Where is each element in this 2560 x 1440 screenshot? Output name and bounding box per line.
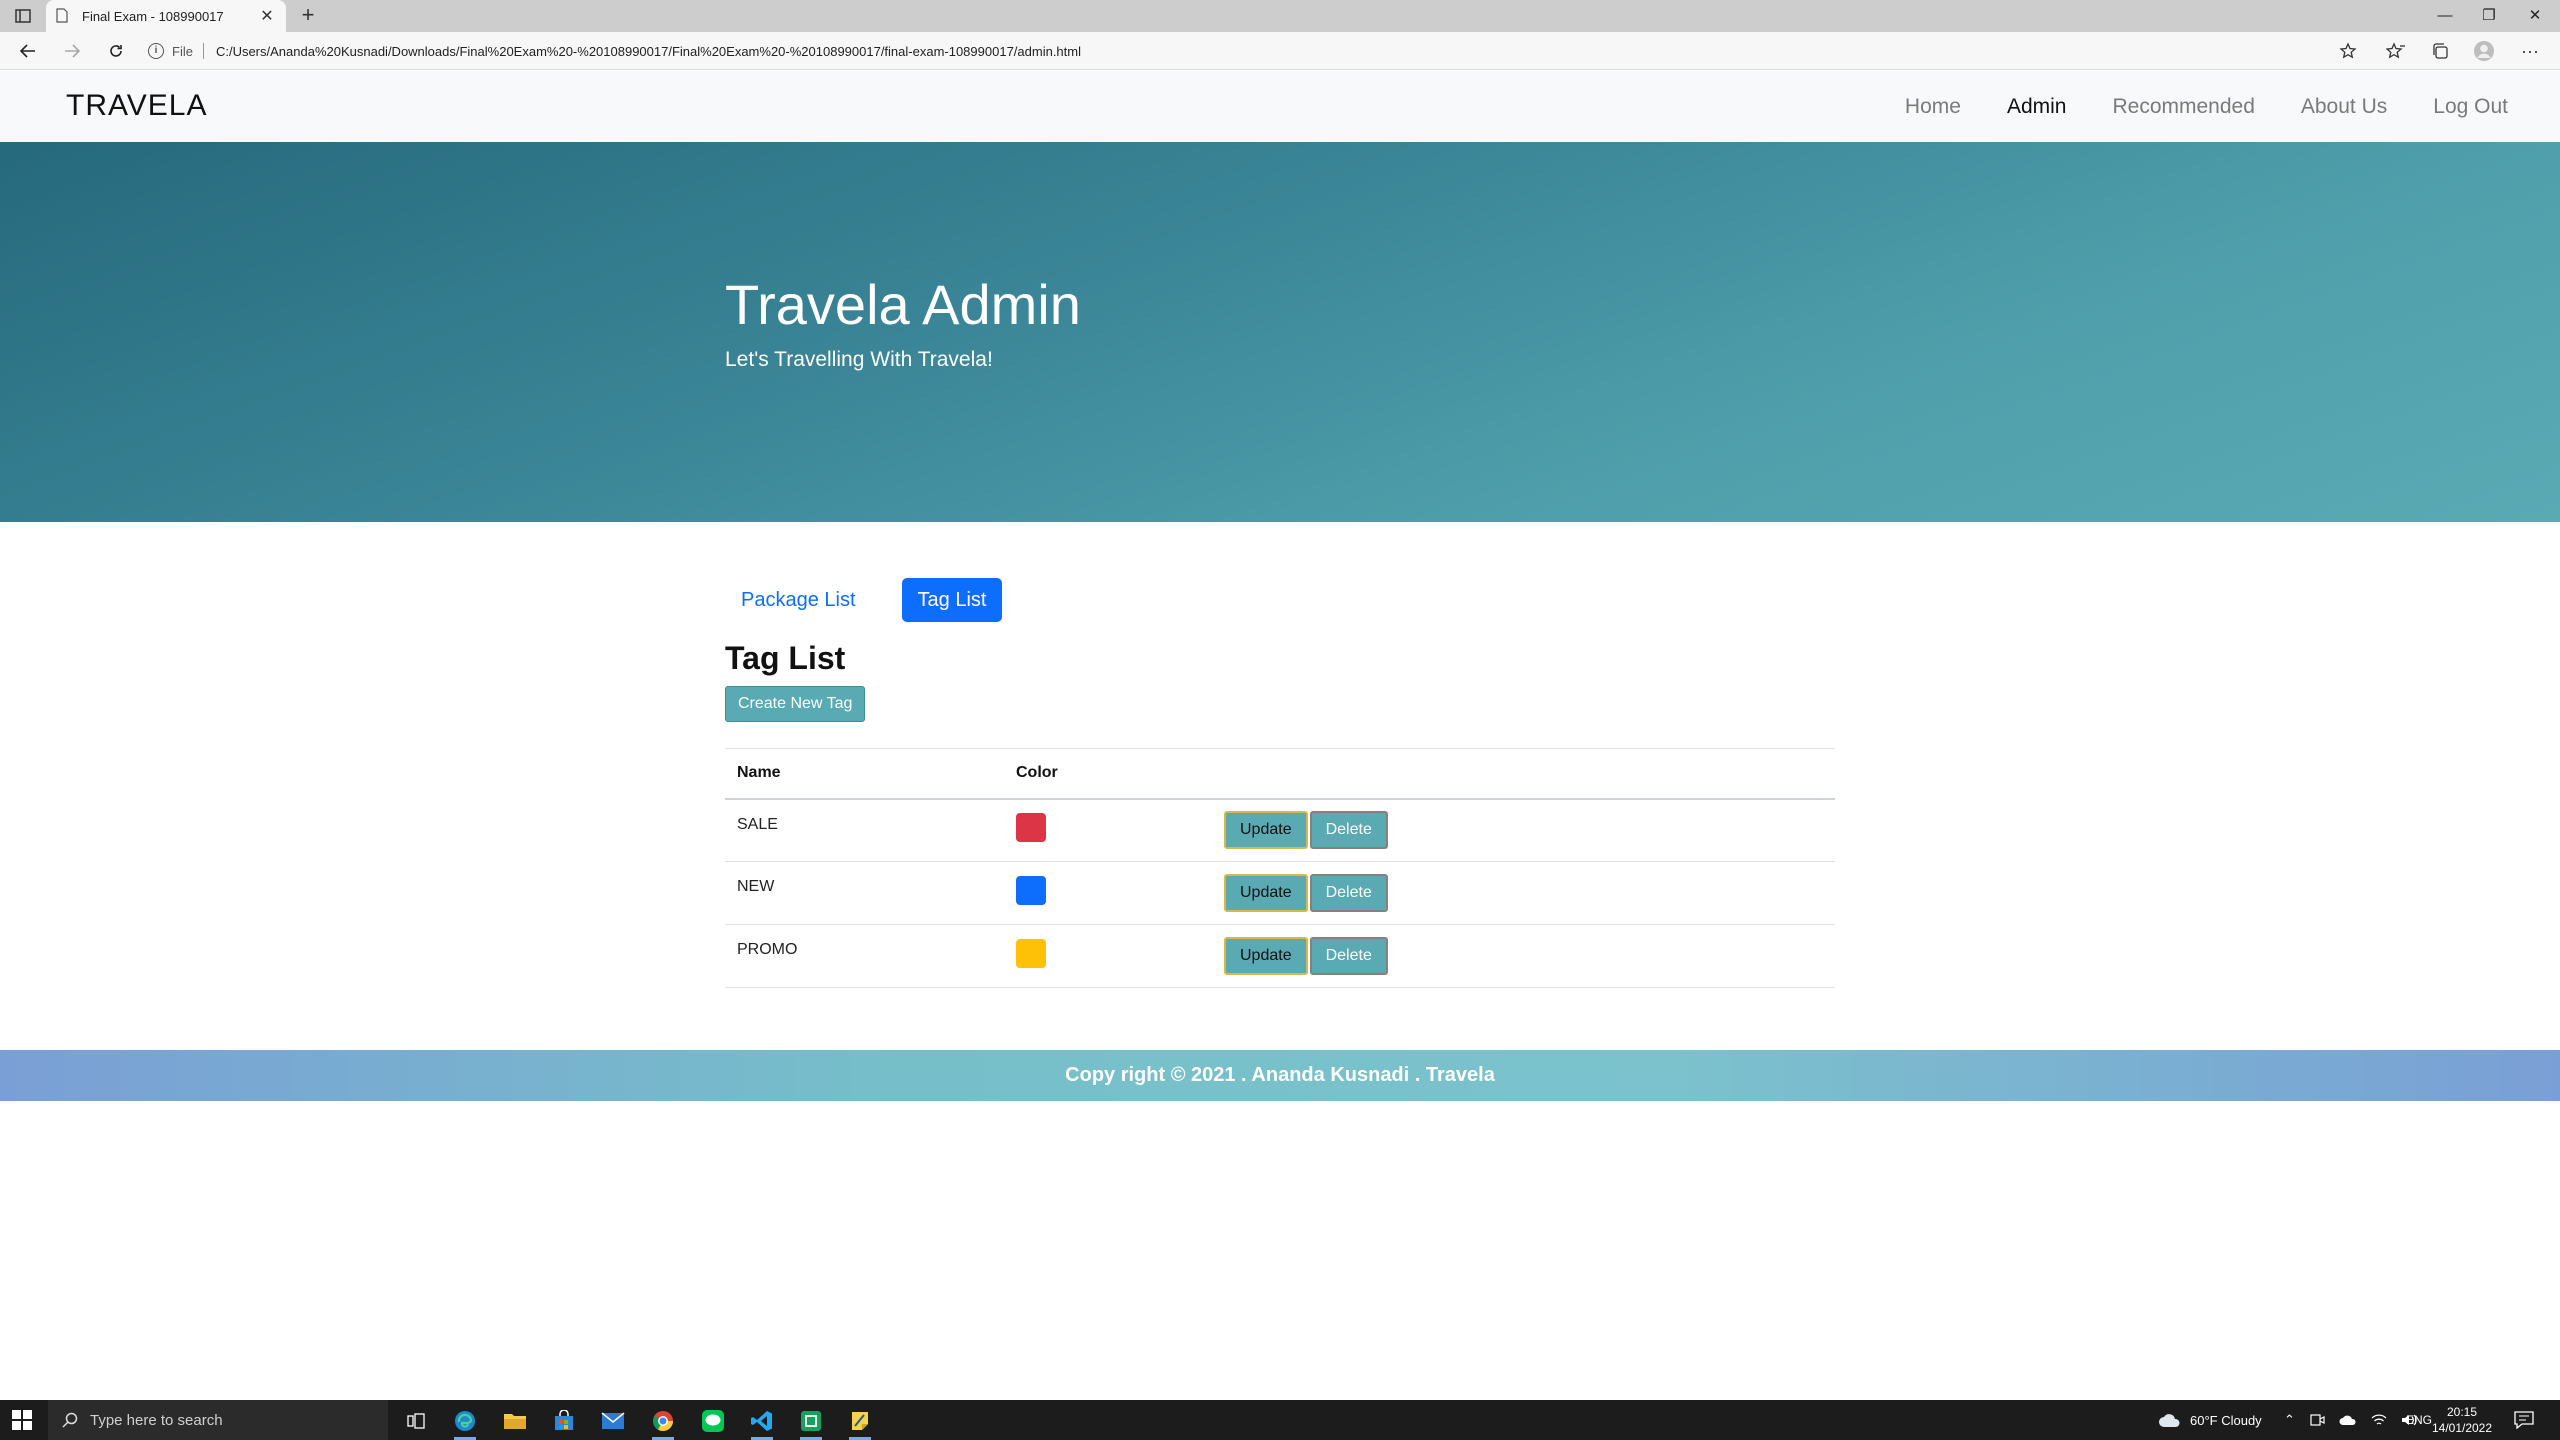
reload-icon[interactable] [104,40,128,62]
taskbar-search[interactable]: Type here to search [48,1400,388,1440]
close-window-icon[interactable]: ✕ [2520,4,2550,28]
url-text[interactable]: C:/Users/Ananda%20Kusnadi/Downloads/Fina… [216,44,1081,59]
delete-button[interactable]: Delete [1309,874,1388,912]
add-favorite-icon[interactable] [2336,40,2360,62]
update-button[interactable]: Update [1224,937,1308,975]
tab-tag-list[interactable]: Tag List [901,578,1003,622]
update-button[interactable]: Update [1224,811,1308,850]
spreadsheet-app-icon[interactable] [792,1406,830,1440]
nav-recommended[interactable]: Recommended [2112,95,2254,119]
nav-home[interactable]: Home [1905,95,1961,119]
nav-log-out[interactable]: Log Out [2433,95,2508,119]
hero-title: Travela Admin [725,273,1081,336]
site-navbar: TRAVELA Home Admin Recommended About Us … [0,71,2560,142]
line-app-icon[interactable] [694,1406,732,1436]
file-explorer-icon[interactable] [496,1406,534,1436]
profile-avatar-icon[interactable] [2472,40,2496,62]
back-icon[interactable] [16,40,40,62]
scheme-label: File [172,43,193,59]
meet-now-icon[interactable] [2309,1412,2325,1428]
table-header-row: Name Color [725,748,1835,800]
tag-name: SALE [725,798,1004,862]
weather-widget[interactable]: 60°F Cloudy [2158,1400,2262,1440]
tag-table: Name Color SALE Update Delete NEW Update D… [725,748,1835,988]
table-row: PROMO Update Delete [725,924,1835,988]
edge-browser-icon[interactable] [446,1406,484,1440]
browser-tabstrip: Final Exam - 108990017 ✕ + — ❐ ✕ [0,0,2560,32]
hero-banner: Travela Admin Let's Travelling With Trav… [0,142,2560,522]
header-actions [1224,748,1835,800]
new-tab-button[interactable]: + [296,4,320,28]
create-new-tag-button[interactable]: Create New Tag [725,686,866,722]
search-placeholder: Type here to search [90,1411,223,1429]
minimize-icon[interactable]: — [2430,4,2460,28]
clock-date: 14/01/2022 [2431,1421,2493,1435]
cloudy-icon [2159,1414,2180,1427]
restore-icon[interactable]: ❐ [2474,4,2504,28]
onedrive-icon[interactable] [2339,1414,2357,1426]
list-tabs: Package List Tag List [725,578,1003,622]
tab-actions-icon[interactable] [12,7,34,25]
site-footer: Copy right © 2021 . Ananda Kusnadi . Tra… [0,1050,2560,1101]
update-button[interactable]: Update [1224,874,1308,912]
url-field[interactable]: i File C:/Users/Ananda%20Kusnadi/Downloa… [148,37,2348,65]
weather-text: 60°F Cloudy [2190,1412,2262,1428]
address-bar: i File C:/Users/Ananda%20Kusnadi/Downloa… [0,32,2560,70]
clock[interactable]: 20:15 14/01/2022 [2430,1404,2494,1436]
info-icon[interactable]: i [148,43,164,59]
system-tray: ⌃ [2284,1400,2417,1440]
language-indicator[interactable]: ENG [2406,1400,2432,1440]
nav-about-us[interactable]: About Us [2301,95,2387,119]
tag-color-swatch [1016,813,1046,843]
chrome-icon[interactable] [644,1406,682,1440]
browser-tab[interactable]: Final Exam - 108990017 ✕ [46,0,286,32]
site-brand[interactable]: TRAVELA [66,89,208,123]
tag-color-swatch [1016,876,1046,905]
taskbar: Type here to search 60°F Cloudy ⌃ ENG 20… [0,1400,2560,1440]
windows-start-icon[interactable] [12,1410,32,1430]
tab-title: Final Exam - 108990017 [82,8,224,24]
notifications-icon[interactable] [2514,1400,2534,1440]
tag-name: PROMO [725,924,1004,988]
page-icon [56,8,70,24]
header-name: Name [725,748,1004,800]
mail-icon[interactable] [594,1406,632,1436]
nav-links: Home Admin Recommended About Us Log Out [1859,95,2508,119]
tag-name: NEW [725,861,1004,925]
show-hidden-icons-icon[interactable]: ⌃ [2284,1412,2295,1428]
section-title: Tag List [725,640,846,676]
more-options-icon[interactable]: ··· [2518,40,2542,62]
forward-icon[interactable] [60,40,84,62]
url-divider [202,43,204,59]
task-view-icon[interactable] [397,1406,435,1436]
vscode-icon[interactable] [743,1406,781,1440]
wifi-icon[interactable] [2371,1413,2387,1427]
tag-color-swatch [1016,939,1046,968]
hero-subtitle: Let's Travelling With Travela! [725,348,993,371]
header-color: Color [1004,748,1224,800]
sticky-notes-icon[interactable] [841,1406,879,1440]
close-tab-icon[interactable]: ✕ [258,6,276,26]
delete-button[interactable]: Delete [1309,811,1388,850]
search-icon [62,1412,78,1428]
table-row: SALE Update Delete [725,798,1835,862]
clock-time: 20:15 [2446,1405,2478,1419]
nav-admin[interactable]: Admin [2007,95,2067,119]
collections-icon[interactable] [2428,40,2452,62]
favorites-icon[interactable] [2384,40,2408,62]
delete-button[interactable]: Delete [1309,937,1388,975]
table-row: NEW Update Delete [725,861,1835,925]
tab-package-list[interactable]: Package List [725,578,872,622]
store-icon[interactable] [545,1406,583,1436]
